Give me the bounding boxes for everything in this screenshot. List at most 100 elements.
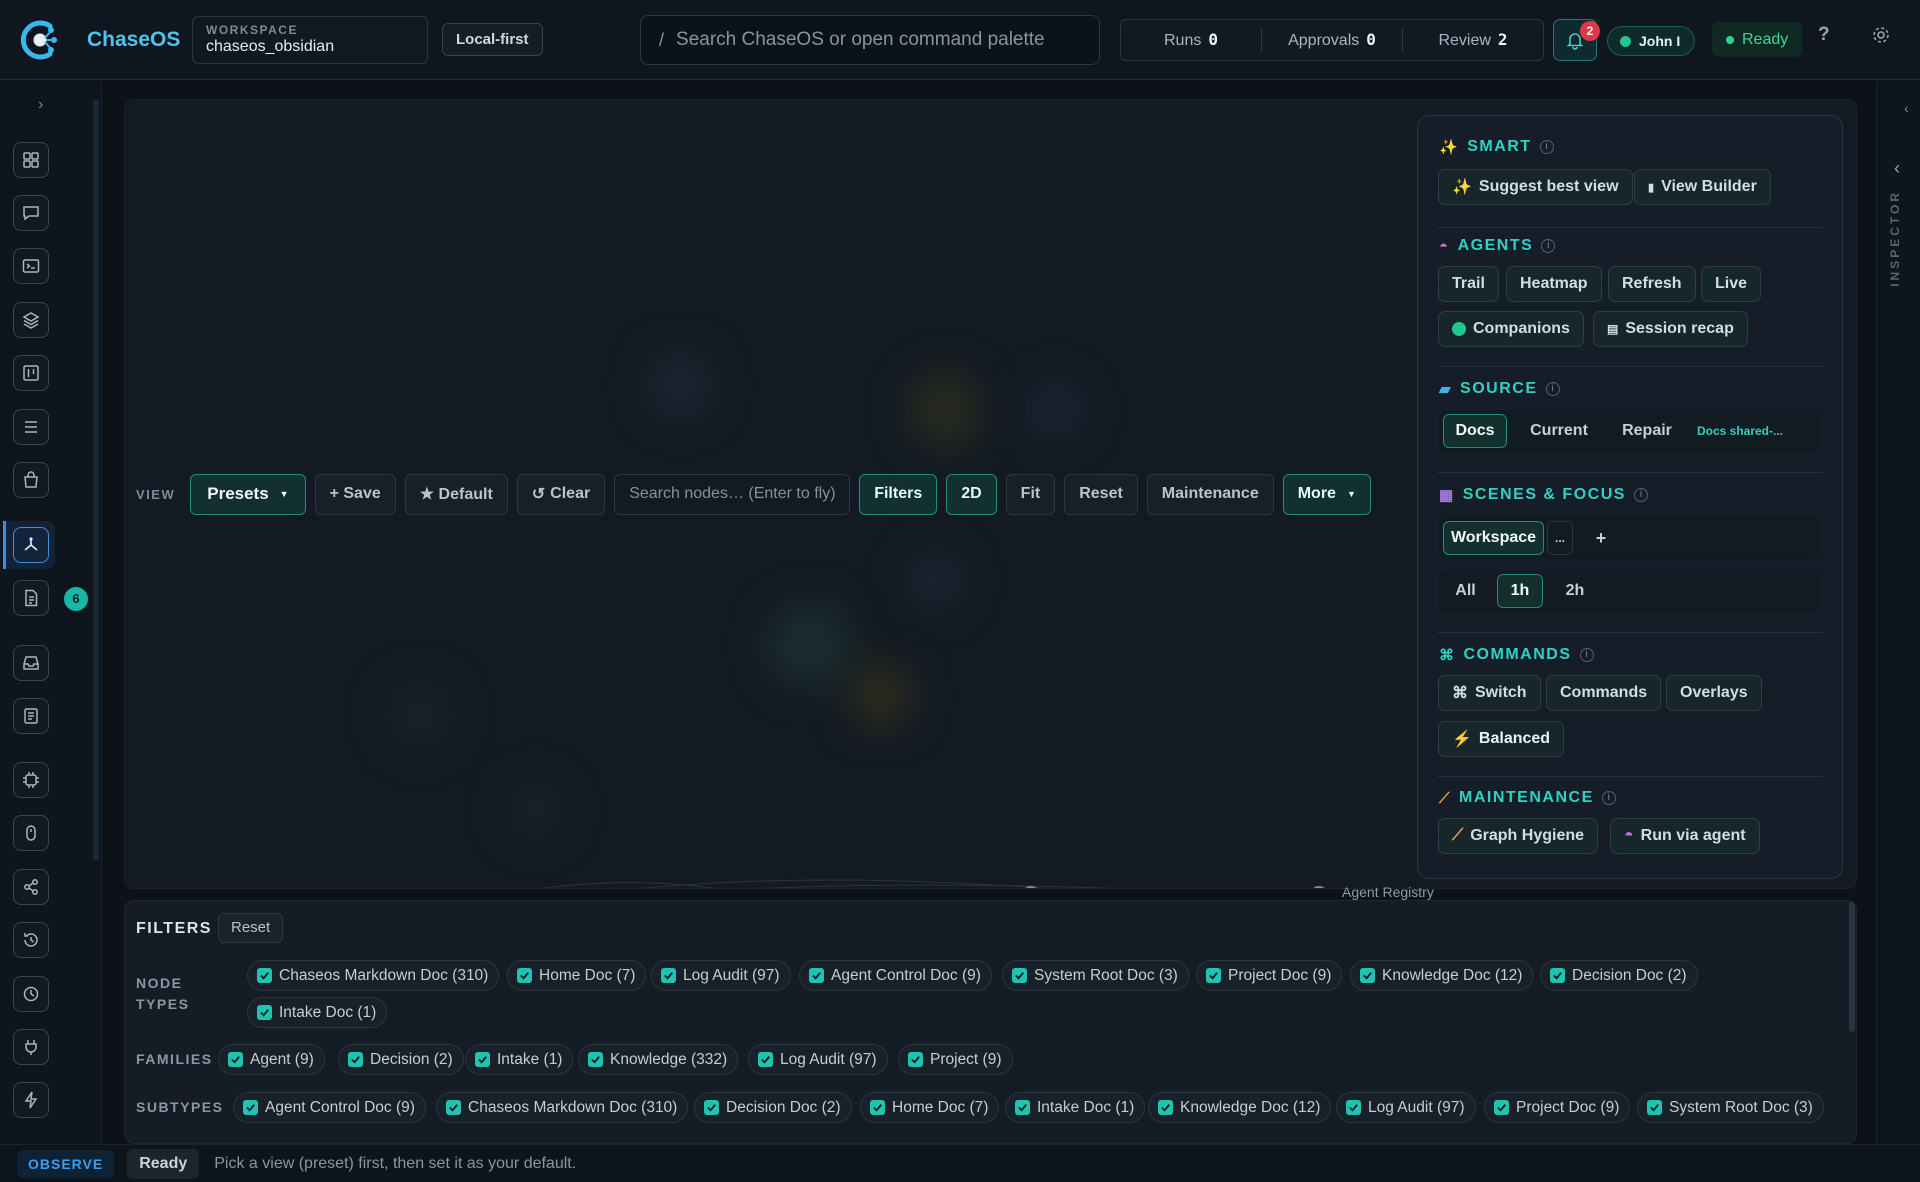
- filter-chip[interactable]: Chaseos Markdown Doc (310): [247, 960, 500, 991]
- fit-button[interactable]: Fit: [1005, 473, 1056, 515]
- filter-chip[interactable]: Log Audit (97): [748, 1044, 888, 1075]
- source-tab-repair[interactable]: Repair: [1611, 414, 1683, 448]
- nav-dashboard[interactable]: [13, 142, 49, 178]
- checkbox-checked-icon[interactable]: [809, 968, 824, 983]
- checkbox-checked-icon[interactable]: [870, 1100, 885, 1115]
- nav-board[interactable]: [13, 355, 49, 391]
- chaseos-logo[interactable]: [18, 18, 62, 62]
- command-search[interactable]: / Search ChaseOS or open command palette: [640, 15, 1100, 65]
- checkbox-checked-icon[interactable]: [257, 1005, 272, 1020]
- filter-chip[interactable]: Knowledge Doc (12): [1148, 1092, 1332, 1123]
- expand-inspector-icon[interactable]: ‹: [1894, 158, 1900, 179]
- gear-icon[interactable]: [1870, 24, 1892, 46]
- checkbox-checked-icon[interactable]: [446, 1100, 461, 1115]
- commands-button[interactable]: Commands: [1546, 675, 1662, 711]
- graph-node-label[interactable]: Agent Registry: [1342, 884, 1434, 900]
- local-first-badge[interactable]: Local-first: [442, 23, 543, 56]
- info-icon[interactable]: i: [1579, 648, 1594, 662]
- stat-approvals[interactable]: Approvals 0: [1262, 28, 1403, 52]
- overlays-button[interactable]: Overlays: [1666, 675, 1762, 711]
- checkbox-checked-icon[interactable]: [517, 968, 532, 983]
- filters-toggle[interactable]: Filters: [859, 473, 938, 515]
- filter-chip[interactable]: Decision (2): [338, 1044, 464, 1075]
- checkbox-checked-icon[interactable]: [1158, 1100, 1173, 1115]
- checkbox-checked-icon[interactable]: [758, 1052, 773, 1067]
- checkbox-checked-icon[interactable]: [1360, 968, 1375, 983]
- sidebar-scrollbar[interactable]: [93, 100, 99, 860]
- info-icon[interactable]: i: [1545, 382, 1560, 396]
- nav-layers[interactable]: [13, 302, 49, 338]
- filter-chip[interactable]: Project Doc (9): [1196, 960, 1343, 991]
- filter-chip[interactable]: Knowledge (332): [578, 1044, 739, 1075]
- nav-store[interactable]: [13, 462, 49, 498]
- chevron-left-icon[interactable]: ‹: [1904, 100, 1909, 116]
- checkbox-checked-icon[interactable]: [908, 1052, 923, 1067]
- filter-chip[interactable]: Knowledge Doc (12): [1350, 960, 1534, 991]
- checkbox-checked-icon[interactable]: [1015, 1100, 1030, 1115]
- trail-button[interactable]: Trail: [1438, 266, 1499, 302]
- filter-chip[interactable]: Decision Doc (2): [1540, 960, 1698, 991]
- presets-dropdown[interactable]: Presets ▼: [190, 473, 306, 515]
- balanced-button[interactable]: ⚡ Balanced: [1438, 721, 1565, 757]
- range-all[interactable]: All: [1443, 574, 1488, 608]
- filter-chip[interactable]: Intake (1): [465, 1044, 574, 1075]
- nav-terminal[interactable]: [13, 248, 49, 284]
- nav-clock[interactable]: [13, 976, 49, 1012]
- checkbox-checked-icon[interactable]: [475, 1052, 490, 1067]
- filter-chip[interactable]: Home Doc (7): [507, 960, 647, 991]
- scene-workspace[interactable]: Workspace: [1443, 521, 1544, 555]
- view-builder-button[interactable]: ▮ View Builder: [1634, 169, 1771, 205]
- checkbox-checked-icon[interactable]: [704, 1100, 719, 1115]
- checkbox-checked-icon[interactable]: [257, 968, 272, 983]
- add-scene-button[interactable]: +: [1586, 521, 1616, 555]
- nav-notes[interactable]: [13, 698, 49, 734]
- run-via-agent-button[interactable]: ◓ Run via agent: [1610, 818, 1760, 854]
- filter-chip[interactable]: Project (9): [898, 1044, 1013, 1075]
- filter-chip[interactable]: Agent Control Doc (9): [233, 1092, 426, 1123]
- filter-chip[interactable]: Intake Doc (1): [247, 997, 388, 1028]
- nav-history[interactable]: [13, 922, 49, 958]
- filter-chip[interactable]: Agent (9): [218, 1044, 325, 1075]
- info-icon[interactable]: i: [1539, 140, 1554, 154]
- filter-chip[interactable]: Decision Doc (2): [694, 1092, 852, 1123]
- nav-graph[interactable]: [13, 527, 49, 563]
- node-search-input[interactable]: Search nodes… (Enter to fly): [614, 473, 851, 515]
- nav-input[interactable]: [13, 815, 49, 851]
- checkbox-checked-icon[interactable]: [348, 1052, 363, 1067]
- filter-chip[interactable]: Chaseos Markdown Doc (310): [436, 1092, 689, 1123]
- session-recap-button[interactable]: ▤ Session recap: [1593, 311, 1748, 347]
- filter-chip[interactable]: Agent Control Doc (9): [799, 960, 992, 991]
- filter-chip[interactable]: System Root Doc (3): [1637, 1092, 1824, 1123]
- companions-button[interactable]: Companions: [1438, 311, 1584, 347]
- nav-plugins[interactable]: [13, 1029, 49, 1065]
- checkbox-checked-icon[interactable]: [243, 1100, 258, 1115]
- nav-list[interactable]: [13, 409, 49, 445]
- checkbox-checked-icon[interactable]: [1550, 968, 1565, 983]
- mode-badge[interactable]: OBSERVE: [17, 1149, 115, 1178]
- nav-inbox[interactable]: [13, 645, 49, 681]
- workspace-selector[interactable]: WORKSPACE chaseos_obsidian: [192, 16, 428, 64]
- clear-button[interactable]: ↺ Clear: [516, 473, 606, 515]
- range-2h[interactable]: 2h: [1552, 574, 1598, 608]
- nav-documents[interactable]: [13, 580, 49, 616]
- filters-reset-button[interactable]: Reset: [218, 913, 284, 943]
- filter-chip[interactable]: System Root Doc (3): [1002, 960, 1189, 991]
- checkbox-checked-icon[interactable]: [1647, 1100, 1662, 1115]
- filter-chip[interactable]: Intake Doc (1): [1005, 1092, 1146, 1123]
- info-icon[interactable]: i: [1633, 488, 1648, 502]
- stat-runs[interactable]: Runs 0: [1121, 28, 1262, 52]
- expand-sidebar-icon[interactable]: ›: [38, 96, 43, 114]
- user-menu[interactable]: John I: [1607, 26, 1696, 56]
- checkbox-checked-icon[interactable]: [588, 1052, 603, 1067]
- refresh-button[interactable]: Refresh: [1608, 266, 1696, 302]
- save-view-button[interactable]: + Save: [314, 473, 396, 515]
- info-icon[interactable]: i: [1601, 791, 1616, 805]
- checkbox-checked-icon[interactable]: [661, 968, 676, 983]
- source-tab-docs[interactable]: Docs: [1443, 414, 1507, 448]
- default-view-button[interactable]: ★ Default: [404, 473, 508, 515]
- source-tab-current[interactable]: Current: [1517, 414, 1601, 448]
- nav-share[interactable]: [13, 869, 49, 905]
- filter-chip[interactable]: Project Doc (9): [1484, 1092, 1631, 1123]
- checkbox-checked-icon[interactable]: [1206, 968, 1221, 983]
- live-button[interactable]: Live: [1701, 266, 1762, 302]
